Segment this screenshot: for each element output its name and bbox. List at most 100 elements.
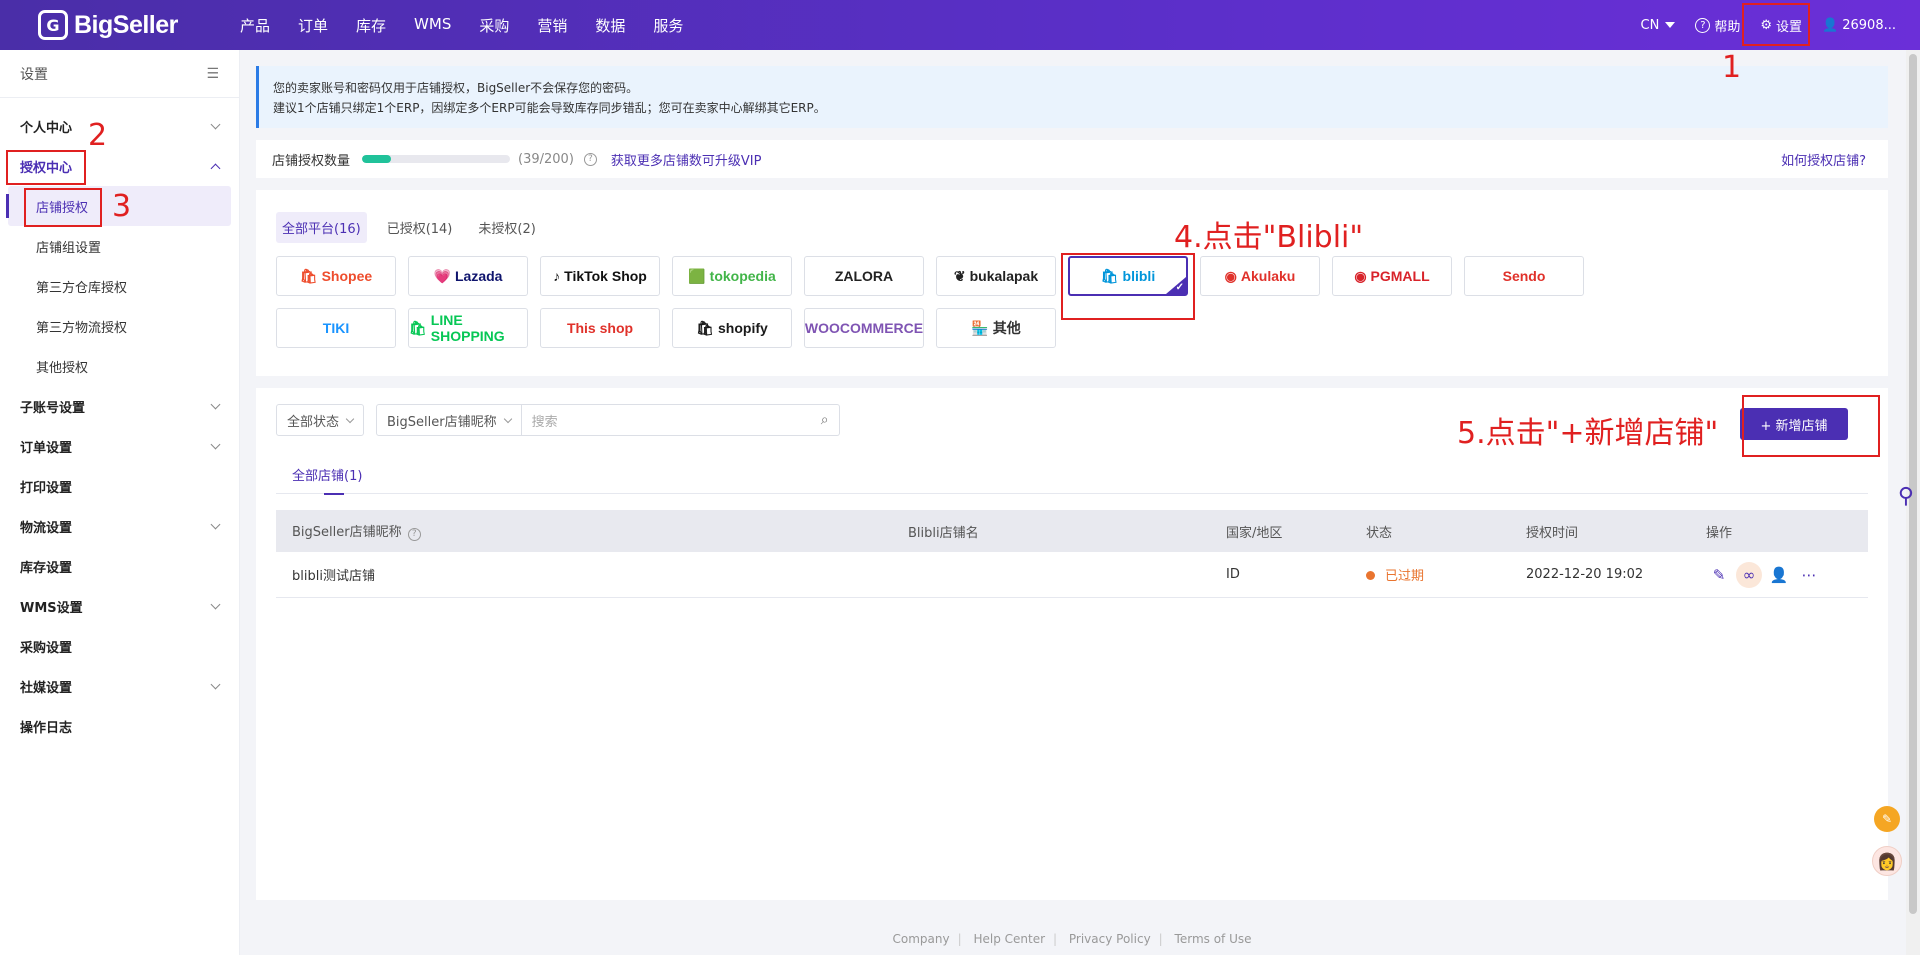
edit-icon[interactable]: ✎: [1706, 562, 1732, 588]
sidebar-item-inventory-settings[interactable]: 库存设置: [0, 546, 239, 586]
sidebar-item-subaccount[interactable]: 子账号设置: [0, 386, 239, 426]
nav-item-products[interactable]: 产品: [240, 15, 270, 36]
tab-all-platforms[interactable]: 全部平台(16): [276, 211, 367, 243]
platform-name: bukalapak: [969, 268, 1039, 284]
tab-authorized[interactable]: 已授权(14): [381, 212, 459, 243]
platform-card-woocommerce[interactable]: WOOCOMMERCE: [804, 308, 924, 348]
cell-nickname: blibli测试店铺: [292, 569, 375, 584]
support-avatar-icon[interactable]: 👩: [1872, 846, 1902, 876]
how-to-authorize-link[interactable]: 如何授权店铺?: [1781, 150, 1866, 169]
search-group: BigSeller店铺昵称 搜索 ⌕: [376, 404, 840, 436]
logo-icon: G: [38, 10, 68, 40]
sidebar-item-label: 社媒设置: [20, 680, 73, 696]
tab-unauthorized[interactable]: 未授权(2): [472, 212, 541, 243]
user-menu[interactable]: 👤 26908...: [1822, 18, 1896, 33]
chevron-down-icon: [210, 679, 221, 689]
float-search-icon[interactable]: ⚲: [1898, 484, 1914, 509]
platform-logo-icon: 🏪: [971, 319, 989, 336]
sidebar-item-logistics-settings[interactable]: 物流设置: [0, 506, 239, 546]
sidebar-item-other-auth[interactable]: 其他授权: [0, 346, 239, 386]
notice-line-1: 您的卖家账号和密码仅用于店铺授权，BigSeller不会保存您的密码。: [273, 81, 639, 95]
cell-status: 已过期: [1366, 565, 1526, 584]
help-link[interactable]: ? 帮助: [1695, 16, 1740, 35]
platform-card--[interactable]: 🏪 其他: [936, 308, 1056, 348]
help-icon[interactable]: ?: [583, 152, 597, 166]
platform-card-tiktok-shop[interactable]: ♪ TikTok Shop: [540, 256, 660, 296]
help-icon: ?: [1695, 17, 1711, 33]
platform-card-line-shopping[interactable]: 🛍 LINE SHOPPING: [408, 308, 528, 348]
sidebar-item-operation-log[interactable]: 操作日志: [0, 706, 239, 746]
platform-card-sendo[interactable]: Sendo: [1464, 256, 1584, 296]
sidebar-item-store-group[interactable]: 店铺组设置: [0, 226, 239, 266]
platform-logo-icon: 🛍: [696, 319, 714, 336]
platform-grid: 🛍 Shopee 💗 Lazada ♪ TikTok Shop 🟩 tokopedia ZALO…: [276, 256, 1676, 360]
platform-card-zalora[interactable]: ZALORA: [804, 256, 924, 296]
help-icon[interactable]: ?: [407, 527, 421, 541]
notes-icon[interactable]: ✎: [1874, 806, 1900, 832]
nav-item-orders[interactable]: 订单: [298, 15, 328, 36]
more-icon[interactable]: ⋯: [1796, 562, 1822, 588]
platform-name: ZALORA: [834, 268, 894, 284]
platform-card-shopify[interactable]: 🛍 shopify: [672, 308, 792, 348]
chevron-down-icon: [345, 414, 355, 423]
status-select[interactable]: 全部状态: [276, 404, 365, 436]
sidebar-item-label: 打印设置: [20, 480, 73, 496]
tab-all-stores[interactable]: 全部店铺(1): [292, 456, 362, 495]
nav-item-marketing[interactable]: 营销: [537, 15, 567, 36]
language-switch[interactable]: CN: [1641, 18, 1676, 33]
platform-card-bukalapak[interactable]: ❦ bukalapak: [936, 256, 1056, 296]
user-assign-icon[interactable]: 👤: [1766, 562, 1792, 588]
platform-card-pgmall[interactable]: ◉ PGMALL: [1332, 256, 1452, 296]
search-icon[interactable]: ⌕: [821, 412, 829, 428]
platform-name: TIKI: [322, 320, 350, 336]
header-nickname: BigSeller店铺昵称 ?: [276, 521, 908, 541]
footer-privacy[interactable]: Privacy Policy: [1069, 932, 1151, 946]
chevron-down-icon: [210, 119, 221, 129]
link-icon[interactable]: ∞: [1736, 561, 1762, 588]
sidebar-item-print-settings[interactable]: 打印设置: [0, 466, 239, 506]
annotation-number-2: 2: [88, 118, 108, 153]
status-text: 已过期: [1385, 569, 1425, 584]
collapse-menu-icon[interactable]: ☰: [206, 66, 219, 82]
platform-card-shopee[interactable]: 🛍 Shopee: [276, 256, 396, 296]
nav-item-purchase[interactable]: 采购: [479, 15, 509, 36]
sidebar-item-logistics-auth[interactable]: 第三方物流授权: [0, 306, 239, 346]
user-label: 26908...: [1842, 17, 1896, 33]
table-row: blibli测试店铺 ID 已过期 2022-12-20 19:02 ✎ ∞ 👤…: [276, 552, 1868, 598]
sidebar-item-order-settings[interactable]: 订单设置: [0, 426, 239, 466]
chevron-down-icon: [210, 519, 221, 529]
platform-card-tiki[interactable]: TIKI: [276, 308, 396, 348]
table-header: BigSeller店铺昵称 ? Blibli店铺名 国家/地区 状态 授权时间 …: [276, 510, 1868, 552]
platform-card-lazada[interactable]: 💗 Lazada: [408, 256, 528, 296]
platform-tabs: 全部平台(16) 已授权(14) 未授权(2): [276, 210, 1868, 244]
nav-item-wms[interactable]: WMS: [414, 15, 451, 36]
annotation-box-store-auth: [24, 188, 102, 227]
platform-card-akulaku[interactable]: ◉ Akulaku: [1200, 256, 1320, 296]
footer-help-center[interactable]: Help Center: [973, 932, 1045, 946]
sidebar-item-personal[interactable]: 个人中心: [0, 106, 239, 146]
notice-banner: 您的卖家账号和密码仅用于店铺授权，BigSeller不会保存您的密码。 建议1个…: [256, 66, 1888, 128]
nav-item-data[interactable]: 数据: [595, 15, 625, 36]
sidebar-item-social-settings[interactable]: 社媒设置: [0, 666, 239, 706]
platform-logo-icon: 💗: [433, 267, 451, 284]
cell-auth-time: 2022-12-20 19:02: [1526, 567, 1644, 582]
sidebar-item-purchase-settings[interactable]: 采购设置: [0, 626, 239, 666]
nav-item-service[interactable]: 服务: [653, 15, 683, 36]
sidebar-item-warehouse-auth[interactable]: 第三方仓库授权: [0, 266, 239, 306]
platform-card-tokopedia[interactable]: 🟩 tokopedia: [672, 256, 792, 296]
nav-item-inventory[interactable]: 库存: [356, 15, 386, 36]
platform-card-this-shop[interactable]: This shop: [540, 308, 660, 348]
sidebar-item-wms-settings[interactable]: WMS设置: [0, 586, 239, 626]
footer-company[interactable]: Company: [892, 932, 949, 946]
search-field-select[interactable]: BigSeller店铺昵称: [376, 404, 522, 436]
annotation-box-settings: [1742, 3, 1810, 46]
logo[interactable]: G BigSeller: [38, 10, 188, 40]
search-input[interactable]: 搜索 ⌕: [521, 404, 840, 436]
platform-name: TikTok Shop: [564, 268, 647, 284]
status-dot: [1366, 571, 1375, 580]
upgrade-vip-link[interactable]: 获取更多店铺数可升级VIP: [611, 150, 762, 169]
annotation-step-5: 5.点击"+新增店铺": [1457, 416, 1719, 451]
platform-name: Sendo: [1502, 268, 1546, 284]
header-auth-time: 授权时间: [1526, 525, 1579, 541]
footer-terms[interactable]: Terms of Use: [1175, 932, 1252, 946]
